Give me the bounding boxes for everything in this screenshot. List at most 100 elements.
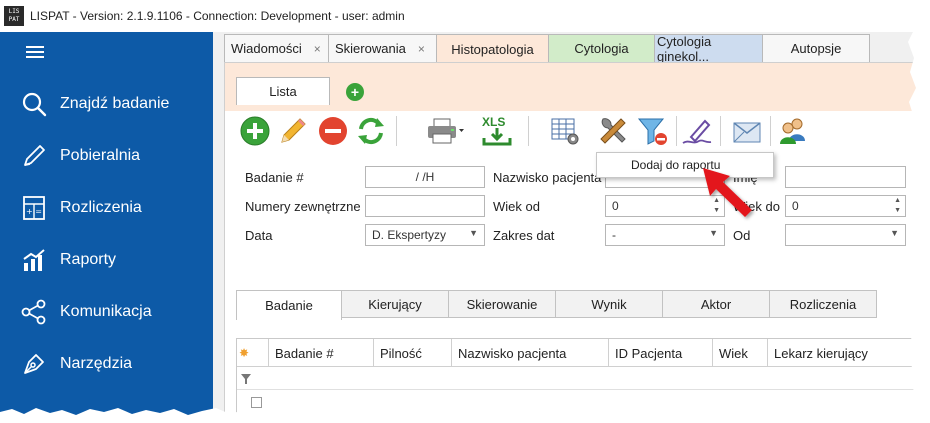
new-row-icon: ✸ [237,339,269,367]
data-select[interactable]: D. Ekspertyzy ▼ [365,224,485,246]
sidebar-item-label: Raporty [60,251,117,268]
subtab-lista[interactable]: Lista [236,77,330,105]
od-select[interactable]: ▼ [785,224,906,246]
data-label: Data [245,228,273,243]
wiek-do-value: 0 [792,199,799,213]
title-bar: LIS PAT LISPAT - Version: 2.1.9.1106 - C… [0,0,918,32]
tab-cytologia-ginekol[interactable]: Cytologia ginekol... [654,33,763,64]
column-header[interactable]: Pilność [374,339,452,367]
close-icon[interactable]: × [418,42,425,56]
tab-autopsje[interactable]: Autopsje [762,34,870,62]
toolbar: XLS [236,110,916,150]
zakres-dat-select[interactable]: - ▼ [605,224,725,246]
column-label: ID Pacjenta [615,345,683,361]
sidebar-item-komunikacja[interactable]: Komunikacja [0,292,213,332]
stepper-arrows-icon[interactable]: ▲ ▼ [894,196,901,216]
tab-label: Wiadomości [231,41,302,56]
pen-nib-icon [20,350,48,378]
tab-kierujacy[interactable]: Kierujący [341,290,449,318]
xls-export-icon[interactable]: XLS [478,114,516,148]
tab-label: Skierowania [335,41,406,56]
tools-icon[interactable] [596,114,630,148]
app-logo-icon: LIS PAT [4,6,24,26]
torn-edge-bottom [0,408,930,423]
hamburger-icon[interactable] [26,46,44,59]
module-tabs: Wiadomości × Skierowania × Histopatologi… [224,33,870,64]
printer-icon[interactable] [424,114,466,148]
toolbar-separator [528,116,529,146]
column-header[interactable]: Badanie # [269,339,374,367]
grid-settings-icon[interactable] [548,114,582,148]
tab-aktor[interactable]: Aktor [662,290,770,318]
tab-wynik[interactable]: Wynik [555,290,663,318]
filter-row[interactable] [237,368,917,390]
wiek-od-label: Wiek od [493,199,540,214]
sidebar-item-raporty[interactable]: Raporty [0,240,213,280]
delete-icon[interactable] [316,114,350,148]
xls-text: XLS [482,115,505,129]
logo-text-top: LIS [8,8,20,15]
column-label: Pilność [380,345,422,361]
column-label: Badanie # [275,345,334,361]
tab-skierowania[interactable]: Skierowania × [328,34,437,62]
filter-remove-icon[interactable] [636,114,670,148]
app-window: LIS PAT LISPAT - Version: 2.1.9.1106 - C… [0,0,930,423]
tab-rozliczenia[interactable]: Rozliczenia [769,290,877,318]
sidebar: Znajdź badanie Pobieralnia + = Rozliczen… [0,32,213,423]
tab-cytologia[interactable]: Cytologia [548,34,655,62]
chevron-down-icon: ▼ [709,228,718,238]
wiek-od-value: 0 [612,199,619,213]
tab-histopatologia[interactable]: Histopatologia [436,34,549,64]
filter-icon [241,374,251,384]
signature-pen-icon[interactable] [680,114,714,148]
sidebar-item-label: Pobieralnia [60,147,141,164]
tab-wiadomosci[interactable]: Wiadomości × [224,34,329,62]
detail-tabs: Badanie Kierujący Skierowanie Wynik Akto… [236,290,877,320]
tab-label: Cytologia [574,41,629,56]
zakres-dat-value: - [612,228,616,242]
tab-label: Aktor [700,296,732,312]
badanie-value: / /H [415,170,435,184]
sidebar-item-label: Narzędzia [60,355,133,372]
pen-icon [20,142,48,170]
numery-zewnetrzne-label: Numery zewnętrzne [245,199,361,214]
numery-zewnetrzne-input[interactable] [365,195,485,217]
tab-label: Skierowanie [466,296,538,312]
tab-badanie[interactable]: Badanie [236,290,342,320]
toolbar-separator [770,116,771,146]
column-header[interactable]: Lekarz kierujący [768,339,917,367]
tab-label: Cytologia ginekol... [657,33,712,64]
column-header[interactable]: ID Pacjenta [609,339,713,367]
column-label: Nazwisko pacjenta [458,345,567,361]
od-label: Od [733,228,751,243]
share-icon [20,298,48,326]
imie-input[interactable] [785,166,906,188]
close-icon[interactable]: × [314,42,321,56]
sidebar-item-rozliczenia[interactable]: + = Rozliczenia [0,188,213,228]
data-select-value: D. Ekspertyzy [372,228,447,242]
column-header[interactable]: Nazwisko pacjenta [452,339,609,367]
tab-label: Histopatologia [451,42,534,57]
column-header[interactable]: Wiek [713,339,768,367]
refresh-icon[interactable] [354,114,388,148]
calculator-icon: + = [20,194,48,222]
zakres-dat-label: Zakres dat [493,228,555,243]
wiek-do-stepper[interactable]: 0 ▲ ▼ [785,195,906,217]
sidebar-item-znajdz-badanie[interactable]: Znajdź badanie [0,84,213,124]
toolbar-separator [720,116,721,146]
sidebar-item-narzedzia[interactable]: Narzędzia [0,344,213,384]
toolbar-separator [396,116,397,146]
tab-skierowanie[interactable]: Skierowanie [448,290,556,318]
users-icon[interactable] [776,114,810,148]
plus-icon[interactable]: + [346,83,364,101]
add-icon[interactable] [238,114,272,148]
grid-header: ✸ Badanie # Pilność Nazwisko pacjenta ID… [237,339,917,367]
sidebar-item-pobieralnia[interactable]: Pobieralnia [0,136,213,176]
window-title: LISPAT - Version: 2.1.9.1106 - Connectio… [30,9,405,23]
bar-chart-icon [20,246,48,274]
logo-text-bottom: PAT [8,16,20,23]
badanie-input[interactable]: / /H [365,166,485,188]
tab-label: Wynik [591,296,627,312]
envelope-icon[interactable] [730,114,764,148]
edit-pencil-icon[interactable] [276,114,310,148]
